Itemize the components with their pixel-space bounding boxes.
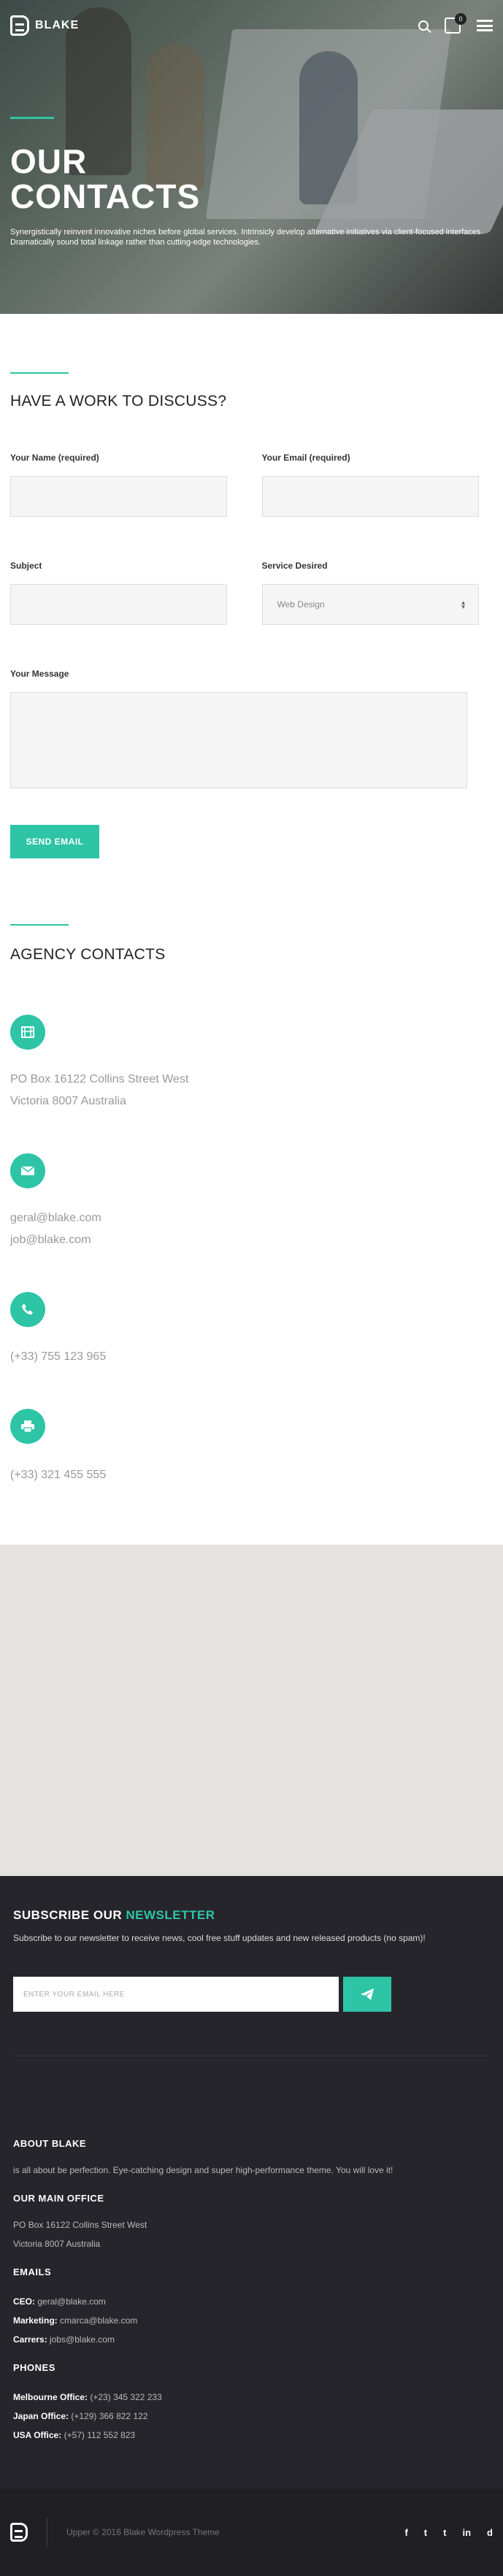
email-row: CEO: geral@blake.com	[13, 2292, 490, 2311]
dribbble-icon[interactable]: d	[487, 2527, 493, 2538]
message-label: Your Message	[10, 669, 69, 679]
phone-row-label: USA Office:	[13, 2430, 62, 2440]
contact-form-section: HAVE A WORK TO DISCUSS? Your Name (requi…	[0, 314, 503, 858]
fax-number: (+33) 321 455 555	[10, 1469, 107, 1481]
copyright-text: Upper © 2016 Blake Wordpress Theme	[66, 2527, 220, 2537]
agency-contacts-section: AGENCY CONTACTS PO Box 16122 Collins Str…	[0, 858, 503, 1486]
cart-count-badge: 0	[455, 13, 466, 25]
email-item: geral@blake.com job@blake.com	[10, 1153, 493, 1251]
phone-icon	[10, 1292, 45, 1327]
about-text: is all about be perfection. Eye-catching…	[13, 2165, 393, 2175]
email-link-2[interactable]: job@blake.com	[10, 1229, 493, 1251]
send-email-button[interactable]: SEND EMAIL	[10, 825, 99, 858]
newsletter-title-highlight: NEWSLETTER	[126, 1908, 215, 1922]
email-row-value[interactable]: jobs@blake.com	[50, 2334, 115, 2345]
phone-row: Japan Office: (+129) 366 822 122	[13, 2407, 490, 2426]
address-line-1: PO Box 16122 Collins Street West	[10, 1073, 189, 1085]
phone-row-label: Melbourne Office:	[13, 2392, 88, 2402]
phone-item: (+33) 755 123 965	[10, 1292, 493, 1368]
envelope-icon	[10, 1153, 45, 1188]
email-row: Marketing: cmarca@blake.com	[13, 2311, 490, 2330]
menu-icon[interactable]	[477, 20, 493, 31]
email-row-label: Carrers:	[13, 2334, 47, 2345]
name-label: Your Name (required)	[10, 453, 99, 463]
email-link-1[interactable]: geral@blake.com	[10, 1207, 493, 1229]
form-title: HAVE A WORK TO DISCUSS?	[10, 393, 227, 410]
service-label: Service Desired	[261, 561, 328, 571]
paper-plane-icon	[361, 1988, 374, 2000]
email-label: Your Email (required)	[261, 453, 350, 463]
header-actions: 0	[418, 13, 493, 34]
linkedin-icon[interactable]: in	[462, 2527, 471, 2538]
phone-row: USA Office: (+57) 112 552 823	[13, 2426, 490, 2445]
email-row-label: Marketing:	[13, 2315, 58, 2326]
hero-banner: BLAKE 0 OUR CONTACTS Synergistically rei…	[0, 0, 503, 314]
tumblr-icon[interactable]: t	[443, 2527, 446, 2538]
phone-row: Melbourne Office: (+23) 345 322 233	[13, 2388, 490, 2407]
fax-item: (+33) 321 455 555	[10, 1409, 493, 1486]
top-navbar: BLAKE 0	[0, 0, 503, 51]
about-title: ABOUT BLAKE	[13, 2138, 87, 2149]
footer-logo-icon[interactable]	[10, 2523, 28, 2542]
section-accent-line	[10, 924, 69, 926]
email-input[interactable]	[261, 476, 479, 517]
service-select[interactable]: Web Design ▲ ▼	[261, 584, 479, 625]
newsletter-form: ENTER YOUR EMAIL HERE	[13, 1977, 490, 2012]
office-line-2: Victoria 8007 Australia	[13, 2239, 101, 2249]
bag-icon[interactable]: 0	[445, 13, 466, 34]
newsletter-submit-button[interactable]	[343, 1977, 391, 2012]
message-textarea[interactable]	[10, 692, 467, 788]
email-row: Carrers: jobs@blake.com	[13, 2330, 490, 2349]
name-input[interactable]	[10, 476, 227, 517]
phones-title: PHONES	[13, 2362, 55, 2373]
newsletter-email-input[interactable]: ENTER YOUR EMAIL HERE	[13, 1977, 339, 2012]
footer: SUBSCRIBE OUR NEWSLETTER Subscribe to ou…	[0, 1876, 503, 2576]
emails-title: EMAILS	[13, 2267, 52, 2277]
footer-bottom-bar: Upper © 2016 Blake Wordpress Theme f t t…	[0, 2488, 503, 2576]
social-links: f t t in d	[404, 2527, 493, 2538]
address-line-2: Victoria 8007 Australia	[10, 1095, 126, 1107]
search-icon[interactable]	[418, 20, 429, 31]
service-selected-value: Web Design	[277, 599, 325, 610]
location-map[interactable]	[0, 1545, 503, 1876]
map-icon	[10, 1015, 45, 1050]
subject-label: Subject	[10, 561, 42, 571]
email-row-label: CEO:	[13, 2296, 35, 2307]
logo-icon[interactable]	[10, 15, 29, 36]
email-row-value[interactable]: cmarca@blake.com	[60, 2315, 137, 2326]
email-row-value[interactable]: geral@blake.com	[37, 2296, 106, 2307]
twitter-icon[interactable]: t	[424, 2527, 427, 2538]
form-row-name-email: Your Name (required) Your Email (require…	[10, 453, 493, 517]
agency-title: AGENCY CONTACTS	[10, 946, 166, 963]
facebook-icon[interactable]: f	[404, 2527, 407, 2538]
page-title: OUR CONTACTS	[10, 142, 201, 215]
newsletter-title: SUBSCRIBE OUR NEWSLETTER	[13, 1908, 490, 1923]
newsletter-description: Subscribe to our newsletter to receive n…	[13, 1933, 426, 1943]
hero-content: OUR CONTACTS Synergistically reinvent in…	[10, 117, 499, 247]
logo-text[interactable]: BLAKE	[35, 19, 79, 32]
phone-row-value: (+23) 345 322 233	[90, 2392, 162, 2402]
phone-row-label: Japan Office:	[13, 2411, 69, 2421]
message-block: Your Message	[10, 669, 493, 788]
printer-icon	[10, 1409, 45, 1444]
address-item: PO Box 16122 Collins Street West Victori…	[10, 1015, 493, 1112]
newsletter-title-prefix: SUBSCRIBE OUR	[13, 1908, 123, 1922]
phone-row-value: (+57) 112 552 823	[64, 2430, 136, 2440]
office-title: OUR MAIN OFFICE	[13, 2193, 104, 2204]
hero-subtitle: Synergistically reinvent innovative nich…	[10, 228, 483, 247]
phone-number: (+33) 755 123 965	[10, 1350, 107, 1363]
subject-input[interactable]	[10, 584, 227, 625]
section-accent-line	[10, 372, 69, 374]
hero-accent-line	[10, 117, 54, 119]
form-row-subject-service: Subject Service Desired Web Design ▲ ▼	[10, 561, 493, 625]
select-arrows-icon: ▲ ▼	[460, 599, 466, 610]
phone-row-value: (+129) 366 822 122	[71, 2411, 148, 2421]
office-line-1: PO Box 16122 Collins Street West	[13, 2220, 147, 2230]
